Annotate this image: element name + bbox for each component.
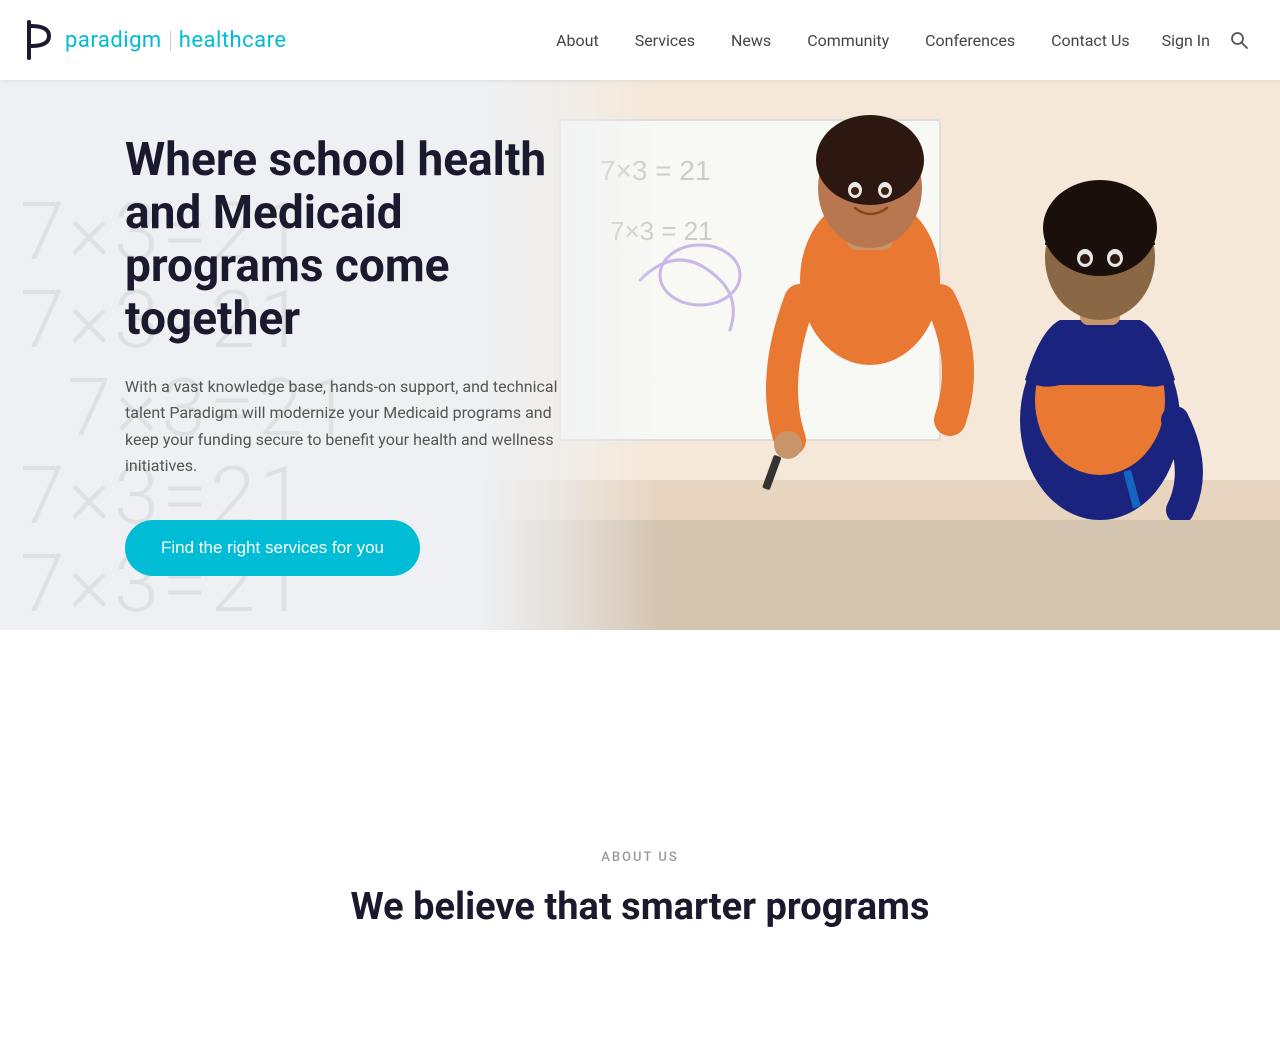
hero-title: Where school health and Medicaid program…	[125, 134, 590, 346]
logo-brand: paradigm	[65, 28, 162, 53]
site-header: paradigm healthcare About Services News C…	[0, 0, 1280, 80]
hero-subtitle: With a vast knowledge base, hands-on sup…	[125, 374, 585, 480]
nav-about[interactable]: About	[538, 31, 617, 50]
nav-contact[interactable]: Contact Us	[1033, 31, 1148, 50]
find-services-button[interactable]: Find the right services for you	[125, 520, 420, 576]
logo-divider	[170, 31, 171, 51]
logo-text: paradigm healthcare	[65, 28, 287, 53]
about-section: ABOUT US We believe that smarter program…	[0, 790, 1280, 971]
spacer-section	[0, 630, 1280, 790]
logo-icon	[25, 18, 57, 62]
nav-conferences[interactable]: Conferences	[907, 31, 1033, 50]
nav-services[interactable]: Services	[617, 31, 713, 50]
main-nav: About Services News Community Conference…	[538, 29, 1250, 51]
search-icon[interactable]	[1228, 29, 1250, 51]
hero-section: 7×3=21 7×3=21 7×3=21 7×3=21 7×3=21 7×3=2…	[0, 80, 1280, 630]
about-label: ABOUT US	[30, 850, 1250, 865]
logo-healthcare: healthcare	[179, 28, 287, 53]
hero-content: Where school health and Medicaid program…	[0, 80, 640, 630]
about-title: We believe that smarter programs	[340, 885, 940, 931]
nav-community[interactable]: Community	[789, 31, 907, 50]
logo[interactable]: paradigm healthcare	[25, 18, 287, 62]
nav-signin[interactable]: Sign In	[1148, 31, 1224, 50]
nav-news[interactable]: News	[713, 31, 789, 50]
